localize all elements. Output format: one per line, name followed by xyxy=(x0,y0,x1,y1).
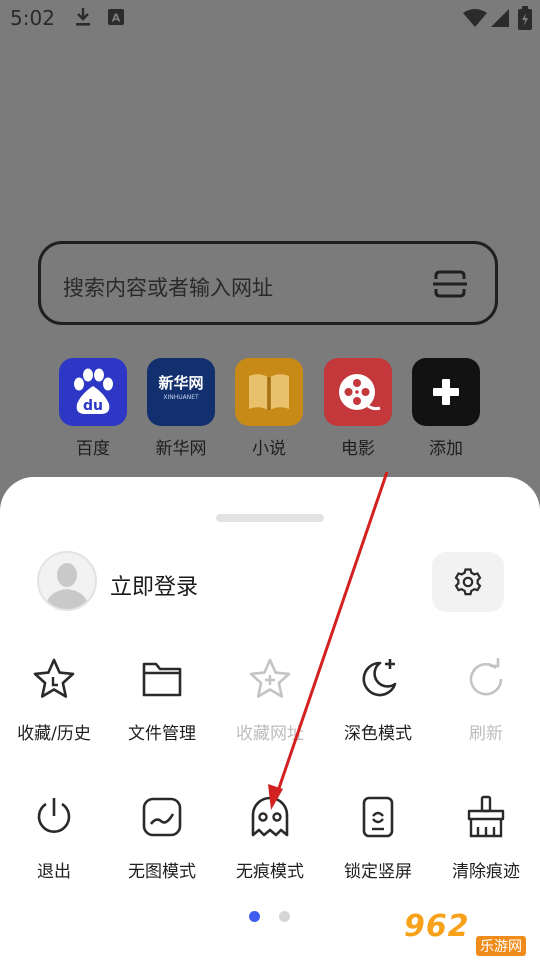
star-plus-icon xyxy=(216,657,324,701)
a-box-icon: A xyxy=(108,9,124,29)
menu-label: 清除痕迹 xyxy=(452,862,520,882)
settings-button[interactable] xyxy=(432,552,504,612)
broom-icon xyxy=(432,795,540,839)
menu-label: 无痕模式 xyxy=(236,862,304,882)
xinhua-logo-icon: 新华网 XINHUANET xyxy=(147,358,215,426)
search-box[interactable]: 搜索内容或者输入网址 xyxy=(38,241,498,325)
shortcut-baidu[interactable]: du 百度 xyxy=(59,358,127,459)
lock-portrait-icon xyxy=(324,795,432,839)
plus-icon xyxy=(412,358,480,426)
menu-bottom-sheet: 立即登录 收藏/历史 文件管理 收藏网址 深色模式 刷新 退出 无图模式 无痕模… xyxy=(0,477,540,960)
wifi-icon xyxy=(462,8,488,32)
baidu-paw-icon: du xyxy=(59,358,127,426)
folder-icon xyxy=(108,657,216,701)
watermark-suffix: .NET xyxy=(476,914,523,935)
shortcut-movie[interactable]: 电影 xyxy=(324,358,392,459)
shortcut-xinhua[interactable]: 新华网 XINHUANET 新华网 xyxy=(147,358,215,459)
menu-refresh[interactable]: 刷新 xyxy=(432,657,540,744)
no-image-icon xyxy=(108,795,216,839)
menu-label: 锁定竖屏 xyxy=(344,862,412,882)
menu-clear-traces[interactable]: 清除痕迹 xyxy=(432,795,540,882)
shortcut-label: 百度 xyxy=(76,439,110,459)
watermark-site: 乐游网 xyxy=(476,936,526,956)
menu-label: 退出 xyxy=(37,862,71,882)
user-silhouette-icon xyxy=(45,563,89,609)
scan-icon[interactable] xyxy=(433,270,467,302)
battery-charging-icon xyxy=(518,6,532,34)
menu-bookmark-url[interactable]: 收藏网址 xyxy=(216,657,324,744)
drag-handle[interactable] xyxy=(216,514,324,522)
svg-text:A: A xyxy=(112,12,121,25)
menu-incognito-mode[interactable]: 无痕模式 xyxy=(216,795,324,882)
menu-dark-mode[interactable]: 深色模式 xyxy=(324,657,432,744)
menu-file-manager[interactable]: 文件管理 xyxy=(108,657,216,744)
menu-lock-portrait[interactable]: 锁定竖屏 xyxy=(324,795,432,882)
status-bar: 5:02 A xyxy=(0,0,540,36)
watermark-number: 962 xyxy=(404,909,470,944)
page-dot[interactable] xyxy=(279,911,290,922)
page-dot-active[interactable] xyxy=(249,911,260,922)
ghost-icon xyxy=(216,795,324,839)
watermark-logo: 962 .NET 乐游网 xyxy=(400,909,540,960)
book-icon xyxy=(235,358,303,426)
power-icon xyxy=(0,795,108,839)
xinhua-tile-subtext: XINHUANET xyxy=(163,394,199,401)
login-label[interactable]: 立即登录 xyxy=(110,569,198,601)
menu-label: 收藏网址 xyxy=(236,724,304,744)
star-icon xyxy=(0,657,108,701)
menu-label: 深色模式 xyxy=(344,724,412,744)
shortcut-label: 添加 xyxy=(429,439,463,459)
gear-icon xyxy=(454,568,482,596)
film-reel-icon xyxy=(324,358,392,426)
menu-no-image-mode[interactable]: 无图模式 xyxy=(108,795,216,882)
menu-label: 收藏/历史 xyxy=(17,724,91,744)
avatar[interactable] xyxy=(37,551,97,611)
signal-icon xyxy=(490,8,510,32)
menu-label: 无图模式 xyxy=(128,862,196,882)
shortcut-novel[interactable]: 小说 xyxy=(235,358,303,459)
menu-label: 刷新 xyxy=(469,724,503,744)
baidu-tile-text: du xyxy=(83,398,103,414)
menu-label: 文件管理 xyxy=(128,724,196,744)
download-icon xyxy=(74,6,92,32)
refresh-icon xyxy=(432,657,540,701)
moon-icon xyxy=(324,657,432,701)
status-time: 5:02 xyxy=(10,6,55,30)
shortcut-label: 电影 xyxy=(341,439,375,459)
menu-exit[interactable]: 退出 xyxy=(0,795,108,882)
xinhua-tile-text: 新华网 xyxy=(158,374,204,392)
shortcut-label: 小说 xyxy=(252,439,286,459)
menu-favorites-history[interactable]: 收藏/历史 xyxy=(0,657,108,744)
search-placeholder: 搜索内容或者输入网址 xyxy=(63,276,273,300)
shortcut-add[interactable]: 添加 xyxy=(412,358,480,459)
shortcut-label: 新华网 xyxy=(155,439,207,459)
